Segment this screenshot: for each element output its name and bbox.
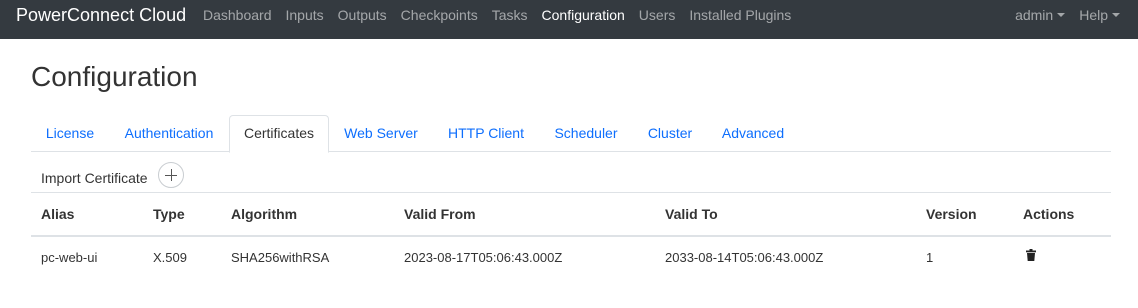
- user-menu-label: admin: [1015, 7, 1054, 23]
- column-header-valid-from: Valid From: [404, 206, 476, 222]
- main-nav: Dashboard Inputs Outputs Checkpoints Tas…: [196, 7, 798, 23]
- config-tabs: License Authentication Certificates Web …: [31, 115, 1111, 153]
- import-certificate-button[interactable]: [158, 162, 184, 188]
- brand-logo-text[interactable]: PowerConnect Cloud: [16, 5, 186, 25]
- cell-algorithm: SHA256withRSA: [231, 250, 330, 265]
- nav-item-users[interactable]: Users: [632, 7, 683, 23]
- tab-advanced[interactable]: Advanced: [707, 115, 799, 152]
- help-menu-dropdown[interactable]: Help: [1065, 7, 1120, 23]
- nav-item-inputs[interactable]: Inputs: [279, 7, 331, 23]
- cell-valid-from: 2023-08-17T05:06:43.000Z: [404, 250, 563, 265]
- top-navbar: PowerConnect Cloud Dashboard Inputs Outp…: [0, 0, 1138, 39]
- tab-certificates[interactable]: Certificates: [229, 115, 329, 153]
- cell-version: 1: [926, 250, 934, 265]
- nav-item-tasks[interactable]: Tasks: [485, 7, 535, 23]
- column-header-algorithm: Algorithm: [231, 206, 298, 222]
- user-menu-dropdown[interactable]: admin: [1001, 7, 1066, 23]
- import-certificate-label: Import Certificate: [41, 170, 148, 186]
- page-title: Configuration: [31, 61, 198, 92]
- trash-icon[interactable]: [1026, 249, 1036, 261]
- nav-item-configuration[interactable]: Configuration: [535, 7, 632, 23]
- tab-authentication[interactable]: Authentication: [109, 115, 229, 152]
- chevron-down-icon: [1057, 13, 1066, 17]
- table-divider: [31, 192, 1111, 193]
- cell-alias: pc-web-ui: [41, 250, 98, 265]
- nav-item-outputs[interactable]: Outputs: [331, 7, 394, 23]
- tab-web-server[interactable]: Web Server: [329, 115, 433, 152]
- nav-right-menus: admin Help: [1001, 7, 1120, 23]
- tab-cluster[interactable]: Cluster: [633, 115, 707, 152]
- nav-item-dashboard[interactable]: Dashboard: [196, 7, 279, 23]
- tab-http-client[interactable]: HTTP Client: [433, 115, 539, 152]
- nav-item-checkpoints[interactable]: Checkpoints: [394, 7, 485, 23]
- column-header-alias: Alias: [41, 206, 75, 222]
- column-header-version: Version: [926, 206, 977, 222]
- column-header-actions: Actions: [1023, 206, 1075, 222]
- tab-scheduler[interactable]: Scheduler: [539, 115, 633, 152]
- tab-license[interactable]: License: [31, 115, 109, 152]
- column-header-valid-to: Valid To: [665, 206, 718, 222]
- table-header-divider: [31, 235, 1111, 237]
- nav-item-installed-plugins[interactable]: Installed Plugins: [682, 7, 798, 23]
- column-header-type: Type: [153, 206, 185, 222]
- help-menu-label: Help: [1079, 7, 1108, 23]
- cell-valid-to: 2033-08-14T05:06:43.000Z: [665, 250, 824, 265]
- cell-type: X.509: [153, 250, 187, 265]
- chevron-down-icon: [1112, 13, 1120, 17]
